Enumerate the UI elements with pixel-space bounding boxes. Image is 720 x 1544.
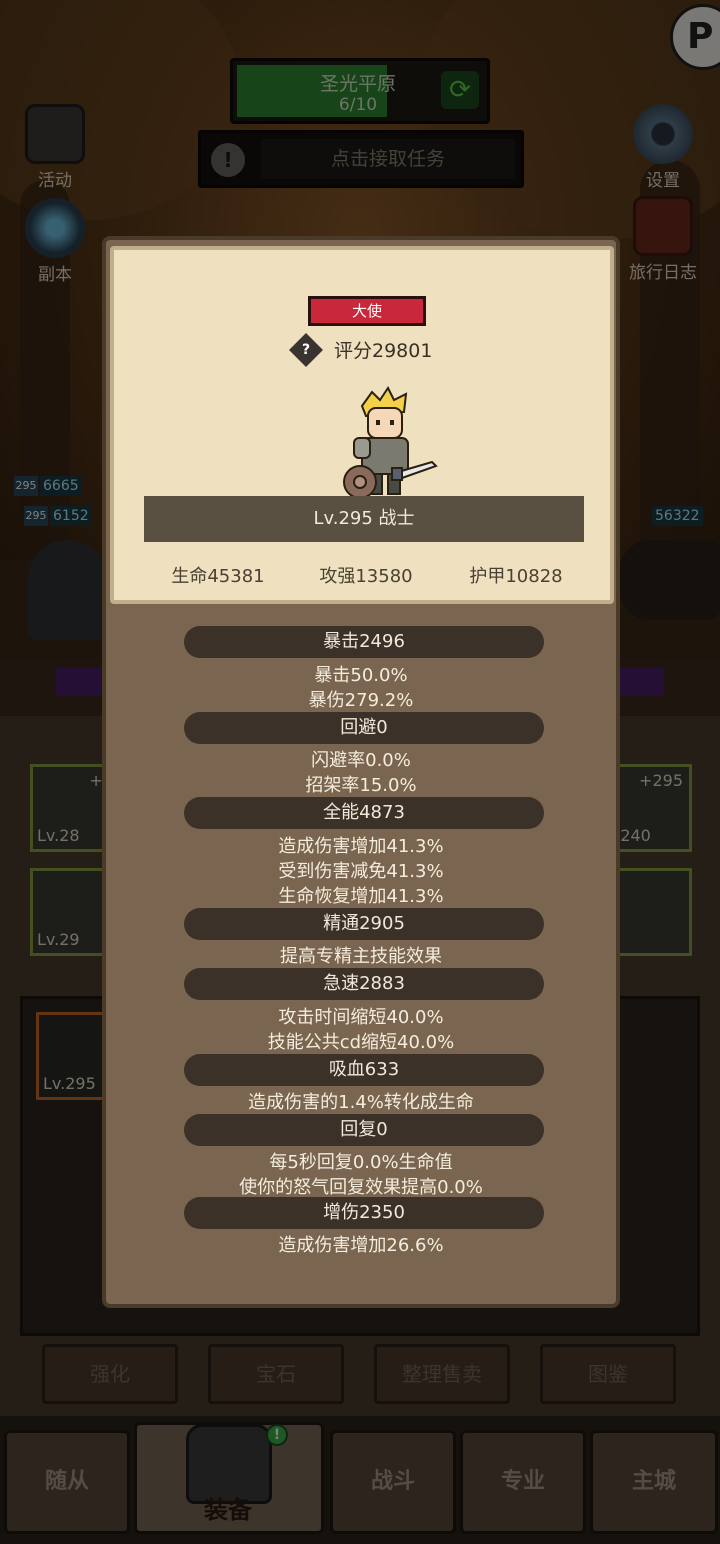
section-mastery-line: 提高专精主技能效果 bbox=[280, 946, 442, 967]
section-crit-title: 暴击2496 bbox=[184, 626, 544, 658]
score-text: 评分29801 bbox=[334, 340, 433, 362]
stat-attack: 攻强13580 bbox=[319, 566, 413, 587]
section-regen-title: 回复0 bbox=[184, 1114, 544, 1146]
help-icon[interactable]: ? bbox=[289, 333, 323, 367]
stat-hp: 生命45381 bbox=[171, 566, 265, 587]
class-badge: 大使 bbox=[308, 296, 426, 326]
section-haste-title: 急速2883 bbox=[184, 968, 544, 1000]
section-versatility-line: 造成伤害增加41.3% bbox=[278, 836, 444, 857]
section-damage-line: 造成伤害增加26.6% bbox=[278, 1235, 444, 1256]
hero-card: 大使 ? 评分29801 Lv.295 战士 生命45381 攻强13580 护… bbox=[110, 246, 614, 604]
section-crit-line: 暴伤279.2% bbox=[308, 690, 414, 711]
section-haste-line: 攻击时间缩短40.0% bbox=[278, 1007, 444, 1028]
section-versatility-line: 生命恢复增加41.3% bbox=[278, 886, 444, 907]
section-versatility-line: 受到伤害减免41.3% bbox=[278, 861, 444, 882]
section-versatility-title: 全能4873 bbox=[184, 797, 544, 829]
section-lifesteal-line: 造成伤害的1.4%转化成生命 bbox=[248, 1092, 474, 1113]
section-evasion-line: 闪避率0.0% bbox=[311, 750, 411, 771]
stat-armor: 护甲10828 bbox=[469, 566, 563, 587]
section-mastery-title: 精通2905 bbox=[184, 908, 544, 940]
warrior-avatar bbox=[343, 386, 438, 499]
section-evasion-title: 回避0 bbox=[184, 712, 544, 744]
section-lifesteal-title: 吸血633 bbox=[184, 1054, 544, 1086]
section-evasion-line: 招架率15.0% bbox=[305, 775, 417, 796]
section-regen-line: 每5秒回复0.0%生命值 bbox=[269, 1152, 453, 1173]
section-damage-title: 增伤2350 bbox=[184, 1197, 544, 1229]
section-haste-line: 技能公共cd缩短40.0% bbox=[267, 1032, 455, 1053]
section-regen-line: 使你的怒气回复效果提高0.0% bbox=[239, 1177, 483, 1198]
hero-stats-modal: 大使 ? 评分29801 Lv.295 战士 生命45381 攻强13580 护… bbox=[102, 236, 620, 1308]
section-crit-line: 暴击50.0% bbox=[314, 665, 408, 686]
score-row: ? 评分29801 bbox=[289, 333, 454, 367]
hero-name-level: Lv.295 战士 bbox=[144, 496, 584, 542]
